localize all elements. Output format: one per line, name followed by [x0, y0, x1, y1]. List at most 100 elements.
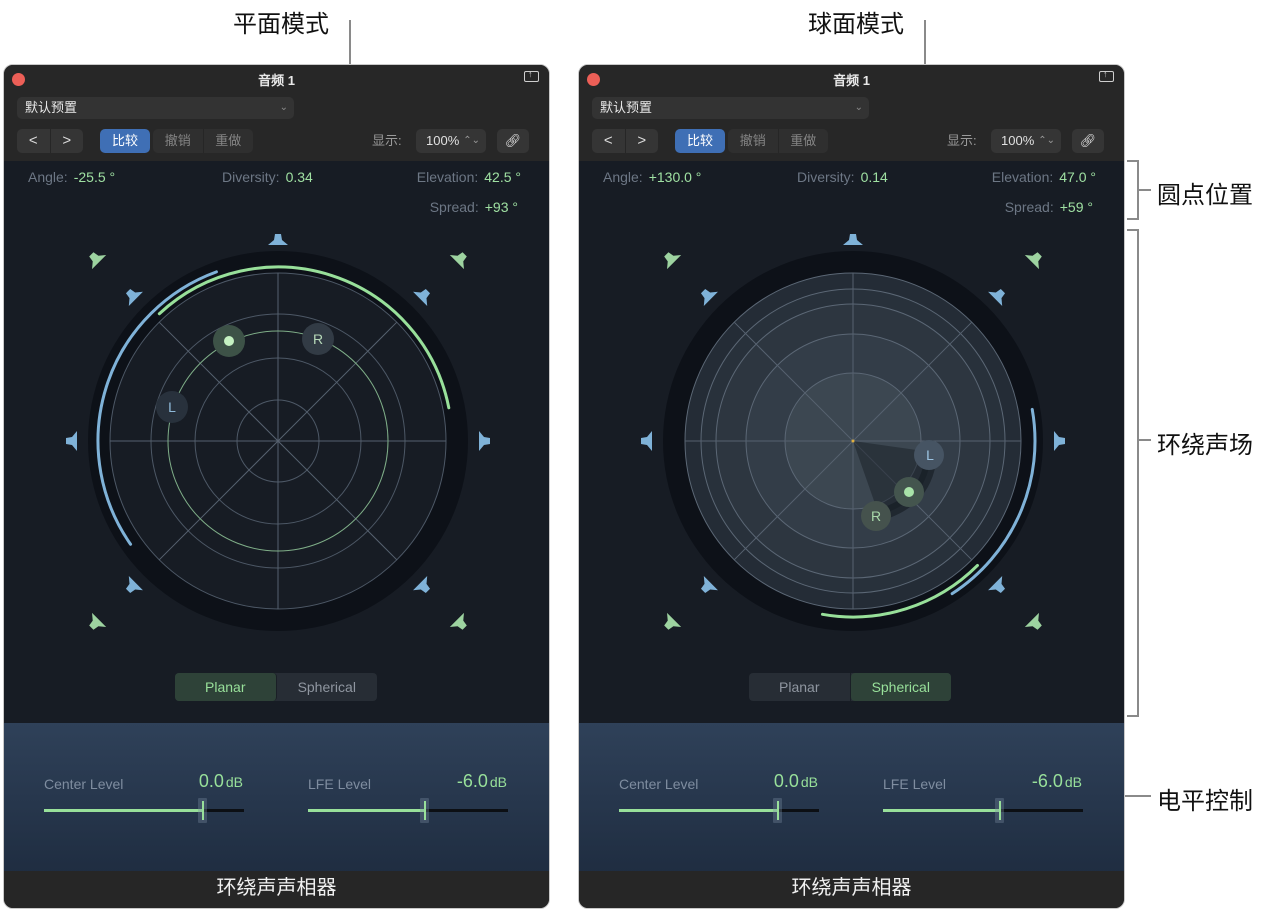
lfe-level-label: LFE Level — [308, 776, 372, 792]
bracket-line — [1124, 795, 1151, 797]
expand-icon[interactable] — [1099, 69, 1114, 82]
link-icon: 🔗︎ — [1079, 133, 1097, 148]
bracket-line — [1139, 439, 1151, 441]
redo-button[interactable]: 重做 — [779, 129, 829, 153]
right-channel-label: R — [313, 331, 323, 347]
mode-toggle: Planar Spherical — [175, 673, 377, 701]
undo-button[interactable]: 撤销 — [153, 129, 204, 153]
speaker-icon — [700, 576, 718, 594]
window-title: 音频 1 — [258, 73, 295, 88]
speaker-icon — [700, 288, 718, 306]
view-label: 显示: — [947, 133, 977, 148]
planar-mode-button[interactable]: Planar — [175, 673, 277, 701]
callout-surround-field: 环绕声场 — [1157, 431, 1253, 459]
panner-dot — [224, 336, 234, 346]
slider-fill — [308, 809, 424, 812]
slider-fill — [883, 809, 999, 812]
preset-nav: < > — [17, 129, 83, 153]
surround-field[interactable]: RL — [4, 161, 550, 723]
left-channel-label: L — [926, 447, 934, 463]
stepper-icon: ⌃⌄ — [1038, 135, 1055, 146]
preset-label: 默认预置 — [600, 100, 653, 115]
preset-dropdown[interactable]: 默认预置 ⌄ — [17, 97, 294, 119]
center-level-value: 0.0 dB — [198, 771, 243, 791]
zoom-value: 100% — [1001, 133, 1035, 148]
undo-button[interactable]: 撤销 — [728, 129, 779, 153]
slider-knob[interactable] — [995, 798, 1004, 823]
view-label: 显示: — [372, 133, 402, 148]
lfe-level-slider[interactable] — [308, 798, 508, 823]
speaker-icon — [1054, 431, 1065, 451]
speaker-icon — [479, 431, 490, 451]
zoom-value: 100% — [426, 133, 460, 148]
next-preset-button[interactable]: > — [51, 129, 84, 153]
height-speaker-icon — [1024, 252, 1042, 270]
surround-field[interactable]: LR — [579, 161, 1125, 723]
spherical-mode-button[interactable]: Spherical — [850, 673, 951, 701]
link-button[interactable]: 🔗︎ — [1072, 129, 1104, 153]
planar-mode-button[interactable]: Planar — [749, 673, 851, 701]
preset-dropdown[interactable]: 默认预置 ⌄ — [592, 97, 869, 119]
height-speaker-icon — [1024, 612, 1042, 630]
panner-dot — [904, 487, 914, 497]
callout-planar-mode: 平面模式 — [233, 10, 329, 38]
plugin-name: 环绕声声相器 — [4, 871, 549, 908]
redo-button[interactable]: 重做 — [204, 129, 254, 153]
slider-knob[interactable] — [773, 798, 782, 823]
next-preset-button[interactable]: > — [626, 129, 659, 153]
height-speaker-icon — [664, 252, 682, 270]
compare-button[interactable]: 比较 — [100, 129, 150, 153]
height-speaker-icon — [89, 252, 107, 270]
speaker-icon — [413, 576, 431, 594]
window-title: 音频 1 — [833, 73, 870, 88]
speaker-icon — [988, 576, 1006, 594]
chevron-down-icon: ⌄ — [854, 102, 863, 113]
height-speaker-icon — [449, 612, 467, 630]
center-level-value: 0.0 dB — [773, 771, 818, 791]
speaker-icon — [268, 234, 288, 245]
callout-spherical-mode: 球面模式 — [808, 10, 904, 38]
undo-redo-group: 撤销 重做 — [728, 129, 828, 153]
height-speaker-icon — [89, 612, 107, 630]
preset-nav: < > — [592, 129, 658, 153]
stepper-icon: ⌃⌄ — [463, 135, 480, 146]
speaker-icon — [641, 431, 652, 451]
link-button[interactable]: 🔗︎ — [497, 129, 529, 153]
center-level-label: Center Level — [619, 776, 699, 792]
titlebar: 音频 1 默认预置 ⌄ < > 比较 撤销 重做 显示: 100% ⌃⌄ 🔗︎ — [4, 65, 549, 161]
callout-dot-position: 圆点位置 — [1157, 181, 1253, 209]
bracket-line — [1139, 189, 1151, 191]
compare-button[interactable]: 比较 — [675, 129, 725, 153]
link-icon: 🔗︎ — [504, 133, 522, 148]
spherical-mode-button[interactable]: Spherical — [277, 673, 378, 701]
height-speaker-icon — [449, 252, 467, 270]
preset-label: 默认预置 — [25, 100, 78, 115]
bracket-line — [1127, 218, 1139, 220]
bracket-line — [1137, 229, 1139, 717]
right-channel-label: R — [871, 508, 881, 524]
expand-icon[interactable] — [524, 69, 539, 82]
bracket-line — [1127, 715, 1139, 717]
speaker-icon — [988, 288, 1006, 306]
slider-knob[interactable] — [420, 798, 429, 823]
speaker-icon — [413, 288, 431, 306]
slider-fill — [44, 809, 202, 812]
center-level-slider[interactable] — [619, 798, 819, 823]
lfe-level-value: -6.0 dB — [456, 771, 507, 791]
speaker-icon — [125, 288, 143, 306]
level-controls: Center Level 0.0 dB LFE Level -6.0 dB — [4, 723, 549, 873]
titlebar: 音频 1 默认预置 ⌄ < > 比较 撤销 重做 显示: 100% ⌃⌄ 🔗︎ — [579, 65, 1124, 161]
center-level-slider[interactable] — [44, 798, 244, 823]
prev-preset-button[interactable]: < — [17, 129, 51, 153]
zoom-select[interactable]: 100% ⌃⌄ — [416, 129, 486, 153]
prev-preset-button[interactable]: < — [592, 129, 626, 153]
slider-knob[interactable] — [198, 798, 207, 823]
left-channel-label: L — [168, 399, 176, 415]
lfe-level-slider[interactable] — [883, 798, 1083, 823]
slider-fill — [619, 809, 777, 812]
center-point — [851, 439, 855, 443]
surround-panner-window-1: 音频 1 默认预置 ⌄ < > 比较 撤销 重做 显示: 100% ⌃⌄ 🔗︎ — [3, 64, 550, 909]
speaker-icon — [66, 431, 77, 451]
chevron-down-icon: ⌄ — [279, 102, 288, 113]
zoom-select[interactable]: 100% ⌃⌄ — [991, 129, 1061, 153]
